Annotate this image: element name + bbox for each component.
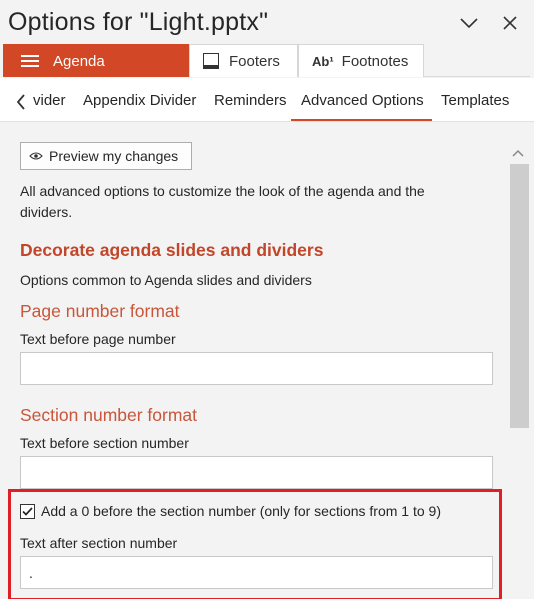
tab-advanced-options[interactable]: Advanced Options [301,92,424,109]
title-bar: Options for "Light.pptx" [0,0,534,44]
tab-appendix-divider[interactable]: Appendix Divider [83,92,196,109]
collapse-button[interactable] [458,12,480,34]
text-before-page-input[interactable] [20,352,493,385]
text-after-section-input[interactable]: . [20,556,493,589]
tab-agenda[interactable]: Agenda [3,44,189,77]
text-after-section-label: Text after section number [20,535,178,551]
section-number-heading: Section number format [20,405,198,425]
tab-agenda-label: Agenda [53,52,105,70]
scrollbar-thumb[interactable] [510,164,529,428]
tab-footnotes-label: Footnotes [341,52,409,70]
advanced-options-panel: Preview my changes All advanced options … [0,123,510,599]
top-tab-bar: Agenda Footers Ab¹ Footnotes [3,44,530,77]
chevron-left-icon [16,94,26,114]
preview-changes-button[interactable]: Preview my changes [20,142,192,170]
page-number-heading: Page number format [20,301,180,321]
footnote-icon: Ab¹ [312,53,334,69]
active-tab-indicator [291,119,432,121]
eye-icon [29,151,43,161]
scroll-up-button[interactable] [511,145,527,157]
tab-footers[interactable]: Footers [189,44,298,77]
add-zero-checkbox-label: Add a 0 before the section number (only … [41,503,441,519]
chevron-up-icon [511,145,525,162]
window-title: Options for "Light.pptx" [8,8,269,36]
tab-footnotes[interactable]: Ab¹ Footnotes [298,44,424,77]
tab-footers-label: Footers [229,52,280,70]
sub-tab-bar: vider Appendix Divider Reminders Advance… [0,78,534,122]
close-button[interactable] [499,12,521,34]
section-description: Options common to Agenda slides and divi… [20,272,312,288]
add-zero-checkbox[interactable] [20,503,35,519]
text-before-section-input[interactable] [20,456,493,489]
section-heading: Decorate agenda slides and dividers [20,240,324,260]
text-before-page-label: Text before page number [20,331,176,347]
hamburger-icon [21,54,41,68]
add-zero-checkbox-row[interactable]: Add a 0 before the section number (only … [20,503,441,519]
close-icon [503,16,517,30]
tab-reminders[interactable]: Reminders [214,92,287,109]
intro-text: All advanced options to customize the lo… [20,183,425,220]
chevron-down-icon [460,17,478,29]
text-before-section-label: Text before section number [20,435,189,451]
scroll-tabs-left-button[interactable] [16,94,28,110]
footer-icon [203,53,219,69]
tab-divider[interactable]: vider [33,92,66,109]
preview-changes-label: Preview my changes [49,148,179,164]
tab-templates[interactable]: Templates [441,92,509,109]
